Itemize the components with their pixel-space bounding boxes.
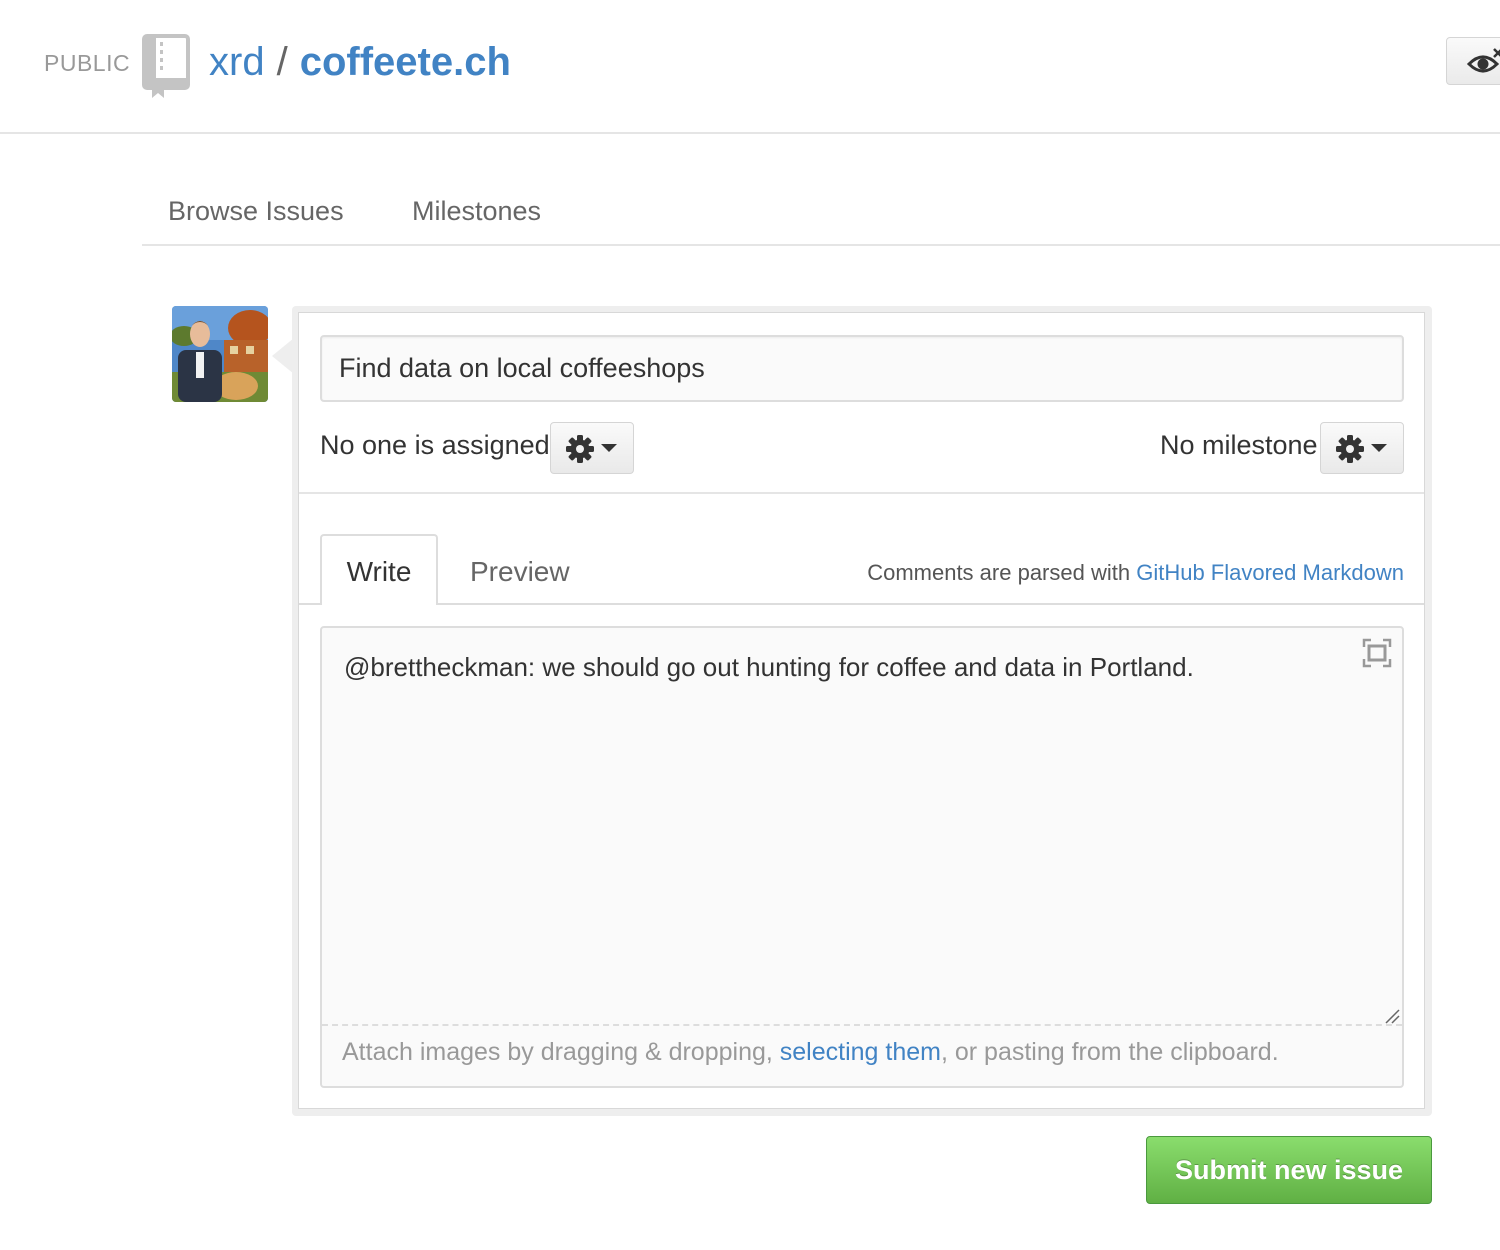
issue-body-textarea[interactable]: @brettheckman: we should go out hunting … <box>322 628 1402 1024</box>
meta-divider <box>299 492 1424 494</box>
repo-separator: / <box>276 40 288 84</box>
tab-milestones[interactable]: Milestones <box>412 196 541 227</box>
repo-header: PUBLIC xrd / coffeete.ch <box>0 0 1500 134</box>
attach-suffix-text: , or pasting from the clipboard. <box>940 1038 1279 1066</box>
select-images-link[interactable]: selecting them <box>780 1038 941 1066</box>
gear-icon <box>1335 434 1365 469</box>
tab-browse-issues[interactable]: Browse Issues <box>168 196 344 227</box>
assignee-label: No one is assigned <box>320 430 550 460</box>
repo-title: xrd / coffeete.ch <box>209 38 511 86</box>
assignee-settings-button[interactable] <box>550 422 634 474</box>
editor-tabs-line <box>299 603 1424 605</box>
watch-button[interactable] <box>1446 37 1500 85</box>
markdown-help-link[interactable]: GitHub Flavored Markdown <box>1136 560 1404 585</box>
milestone-settings-button[interactable] <box>1320 422 1404 474</box>
caret-down-icon <box>1371 444 1387 452</box>
attach-prefix-text: Attach images by dragging & dropping, <box>342 1038 773 1066</box>
markdown-note: Comments are parsed with GitHub Flavored… <box>867 560 1404 586</box>
submit-issue-button[interactable]: Submit new issue <box>1146 1136 1432 1204</box>
markdown-note-text: Comments are parsed with <box>867 560 1131 585</box>
milestone-label: No milestone <box>1160 430 1318 460</box>
resize-grip-icon[interactable] <box>1384 1008 1400 1024</box>
tab-preview[interactable]: Preview <box>470 556 570 588</box>
avatar-pointer <box>272 338 294 374</box>
issues-nav: Browse Issues Milestones <box>142 190 1500 246</box>
issue-title-input[interactable] <box>320 335 1404 402</box>
issue-body-wrapper: @brettheckman: we should go out hunting … <box>320 626 1404 1088</box>
visibility-label: PUBLIC <box>44 50 131 76</box>
attach-images-dropzone[interactable]: Attach images by dragging & dropping, se… <box>322 1024 1402 1086</box>
repo-name-link[interactable]: coffeete.ch <box>300 40 511 84</box>
repo-owner-link[interactable]: xrd <box>209 40 265 84</box>
fullscreen-icon[interactable] <box>1362 638 1392 668</box>
avatar[interactable] <box>172 306 268 402</box>
repo-book-icon <box>142 34 192 100</box>
gear-icon <box>565 434 595 469</box>
tab-write[interactable]: Write <box>320 534 438 605</box>
caret-down-icon <box>601 444 617 452</box>
